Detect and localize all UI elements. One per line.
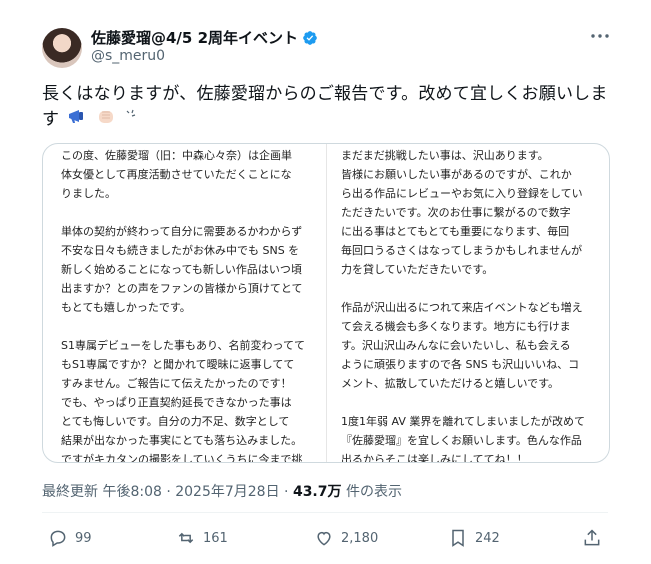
bookmark-count: 242 [475, 530, 500, 546]
author-name-row[interactable]: 佐藤愛瑠@4/5 2周年イベント [91, 27, 318, 48]
repost-button[interactable]: 161 [176, 528, 228, 548]
author-handle[interactable]: @s_meru0 [91, 48, 165, 64]
bookmark-icon [452, 529, 464, 547]
verified-badge-icon [302, 30, 318, 46]
post-image[interactable]: この度、佐藤愛瑠（旧：中森心々奈）は企画単 体女優として再度活動させていただくこ… [42, 143, 610, 463]
image-column-divider [326, 144, 327, 462]
action-bar: 99 161 2,180 242 [42, 528, 608, 554]
like-count: 2,180 [341, 530, 379, 546]
share-button[interactable] [582, 528, 602, 548]
author-name[interactable]: 佐藤愛瑠@4/5 2周年イベント [91, 27, 298, 48]
bookmark-button[interactable]: 242 [448, 528, 500, 548]
avatar[interactable] [42, 28, 82, 68]
view-count-suffix: 件の表示 [341, 484, 402, 500]
share-icon [584, 529, 600, 546]
view-count: 43.7万 [292, 484, 342, 500]
post-meta: 最終更新 午後8:08 · 2025年7月28日 · 43.7万 件の表示 [42, 481, 402, 501]
post-text-line1: 長くはなりますが、佐藤愛瑠からのご報告です。改めて宜しくお願いしま [42, 84, 608, 104]
reply-count: 99 [75, 530, 92, 546]
image-text-left: この度、佐藤愛瑠（旧：中森心々奈）は企画単 体女優として再度活動させていただくこ… [61, 149, 305, 462]
reply-button[interactable]: 99 [48, 528, 92, 548]
megaphone-icon [67, 107, 89, 132]
heart-icon [317, 531, 331, 546]
divider [42, 512, 608, 513]
fist-icon [96, 106, 116, 133]
reply-icon [50, 530, 66, 547]
repost-count: 161 [203, 530, 228, 546]
like-button[interactable]: 2,180 [314, 528, 378, 548]
post-text-line2: す [42, 109, 60, 130]
repost-icon [178, 532, 194, 544]
image-text-right: まだまだ挑戦したい事は、沢山あります。 皆様にお願いしたい事があるのですが、これ… [341, 149, 586, 463]
more-options-icon[interactable] [588, 24, 612, 48]
post-timestamp[interactable]: 最終更新 午後8:08 · 2025年7月28日 · [42, 484, 293, 500]
post-text: 長くはなりますが、佐藤愛瑠からのご報告です。改めて宜しくお願いしま す [42, 82, 617, 133]
sparkle-icon [124, 107, 138, 132]
